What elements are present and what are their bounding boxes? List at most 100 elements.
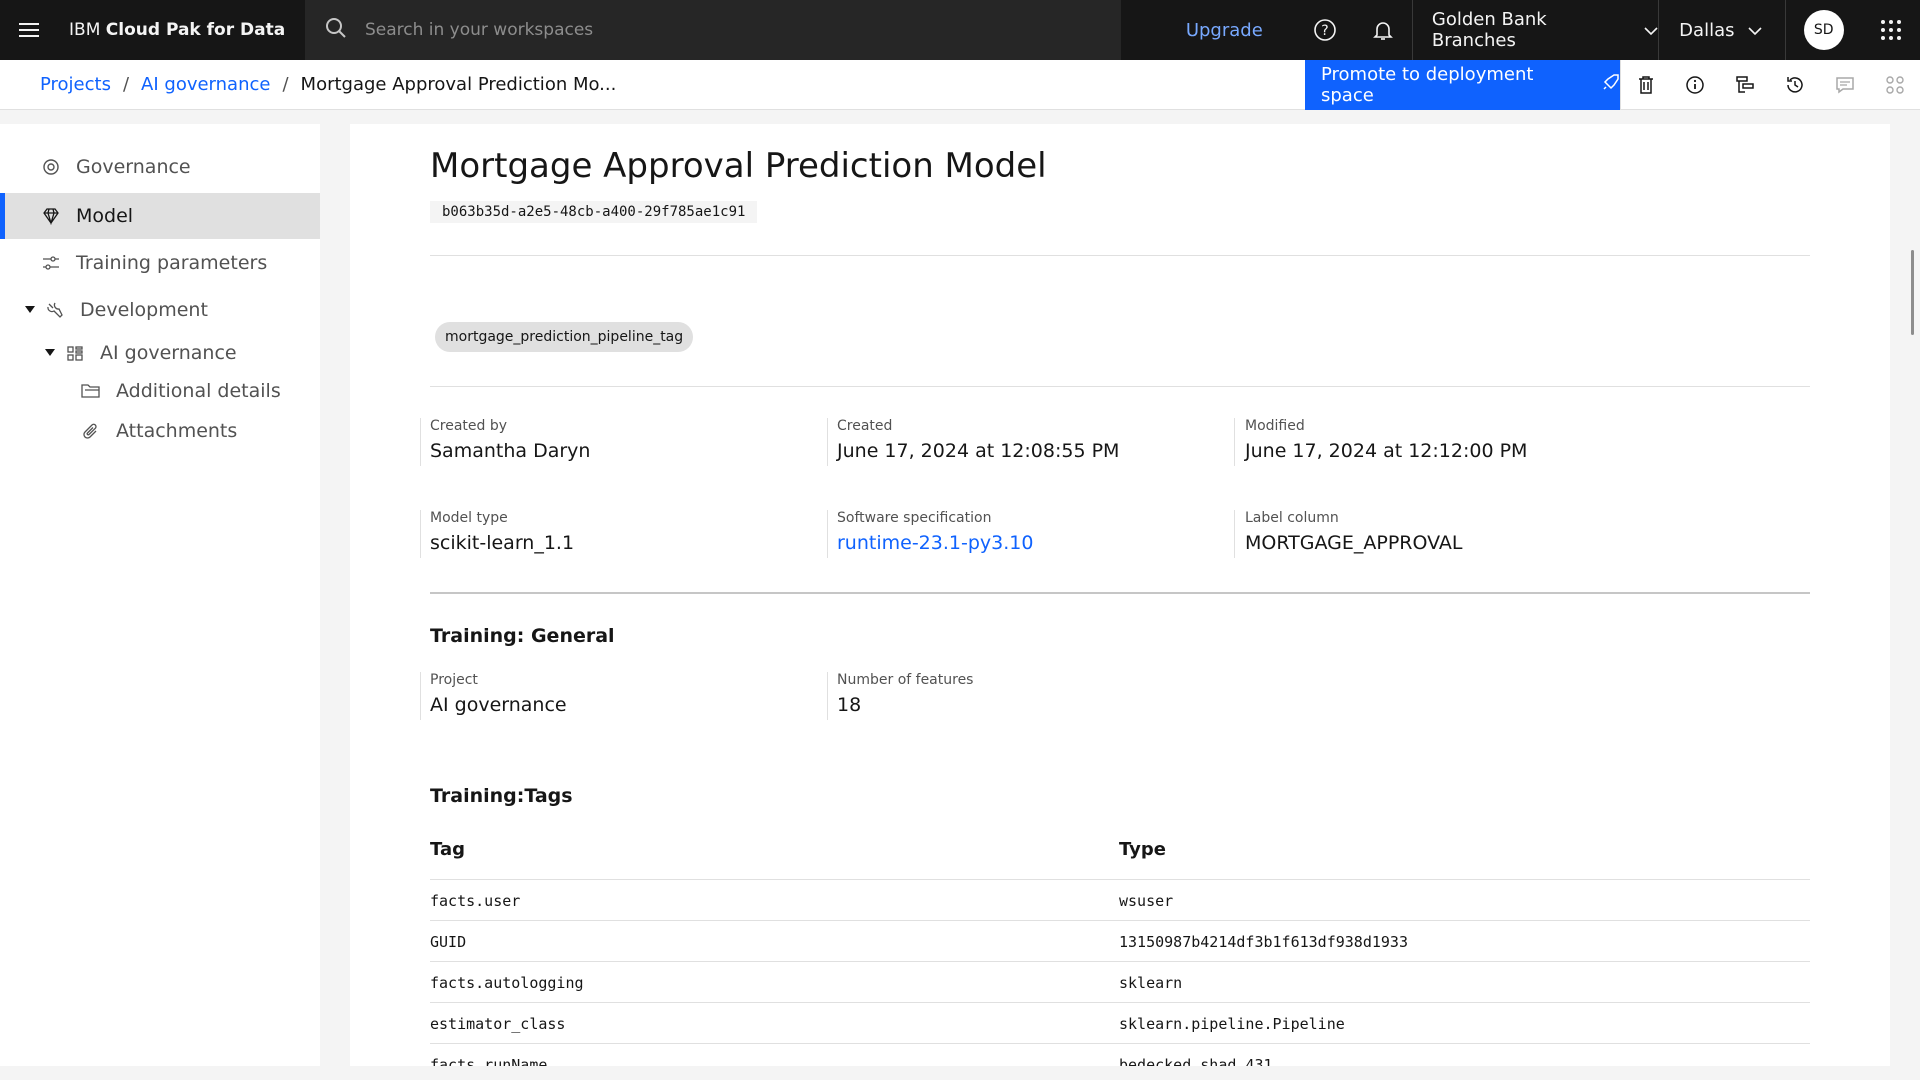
nav-item-additional-details[interactable]: Additional details xyxy=(0,371,320,411)
caret-down-icon[interactable] xyxy=(24,306,36,314)
nav-item-label: Additional details xyxy=(116,380,281,402)
left-navigation: Governance Model Training parameters Dev… xyxy=(0,124,320,1066)
type-cell: sklearn xyxy=(1119,974,1183,992)
tag-cell: GUID xyxy=(430,933,467,951)
column-divider xyxy=(420,510,421,558)
upgrade-link[interactable]: Upgrade xyxy=(1153,20,1296,41)
brand-prefix: IBM xyxy=(69,20,101,40)
promote-label: Promote to deployment space xyxy=(1321,63,1534,106)
type-cell: wsuser xyxy=(1119,892,1174,910)
nav-item-governance[interactable]: Governance xyxy=(0,144,320,190)
notification-bell-icon[interactable] xyxy=(1354,0,1412,60)
apps-icon[interactable] xyxy=(1870,60,1920,110)
delete-icon[interactable] xyxy=(1620,59,1670,110)
column-divider xyxy=(827,510,828,558)
diamond-icon xyxy=(40,205,62,227)
sliders-icon xyxy=(40,252,62,274)
breadcrumb-bar: Projects / AI governance / Mortgage Appr… xyxy=(0,59,1920,110)
modified-field: Modified June 17, 2024 at 12:12:00 PM xyxy=(1245,418,1527,462)
tools-icon xyxy=(44,299,66,321)
user-profile[interactable]: SD xyxy=(1784,0,1862,60)
software-specification-field: Software specification runtime-23.1-py3.… xyxy=(837,510,1033,554)
field-label: Software specification xyxy=(837,510,992,526)
type-cell: 13150987b4214df3b1f613df938d1933 xyxy=(1119,933,1408,951)
workspace-label: Golden Bank Branches xyxy=(1431,9,1547,51)
chevron-down-icon xyxy=(1644,20,1658,41)
info-icon[interactable] xyxy=(1670,60,1720,110)
field-label: Model type xyxy=(430,510,508,526)
nav-item-label: Development xyxy=(80,299,208,321)
lineage-icon[interactable] xyxy=(1720,60,1770,110)
nav-item-model[interactable]: Model xyxy=(0,193,320,239)
comment-icon[interactable] xyxy=(1820,60,1870,110)
nav-item-development[interactable]: Development xyxy=(0,287,320,333)
column-header-tag[interactable]: Tag xyxy=(430,839,465,860)
table-row: estimator_class sklearn.pipeline.Pipelin… xyxy=(430,1002,1810,1043)
column-divider xyxy=(1234,510,1235,558)
folder-icon xyxy=(80,380,102,402)
tag-chip[interactable]: mortgage_prediction_pipeline_tag xyxy=(435,322,694,352)
breadcrumb-projects[interactable]: Projects xyxy=(40,74,111,95)
menu-icon[interactable] xyxy=(0,0,58,60)
table-row: facts.runName bedecked_shad_431 xyxy=(430,1043,1810,1066)
field-label: Number of features xyxy=(837,672,974,688)
nav-item-attachments[interactable]: Attachments xyxy=(0,411,320,451)
field-value: June 17, 2024 at 12:12:00 PM xyxy=(1245,440,1528,462)
search-input[interactable]: Search in your workspaces xyxy=(304,0,1121,60)
field-value: AI governance xyxy=(430,694,567,716)
training-general-heading: Training: General xyxy=(430,625,615,647)
nav-item-label: AI governance xyxy=(100,342,237,364)
column-header-type[interactable]: Type xyxy=(1119,839,1166,860)
nav-item-ai-governance[interactable]: AI governance xyxy=(0,331,320,375)
avatar: SD xyxy=(1803,10,1844,50)
column-divider xyxy=(827,672,828,720)
caret-down-icon[interactable] xyxy=(44,349,56,357)
brand-name: Cloud Pak for Data xyxy=(105,20,286,40)
top-header: IBM Cloud Pak for Data Search in your wo… xyxy=(0,0,1920,60)
promote-button[interactable]: Promote to deployment space xyxy=(1305,59,1620,110)
training-tags-table: Tag Type facts.user wsuser GUID 13150987… xyxy=(430,839,1810,1066)
paperclip-icon xyxy=(80,420,102,442)
project-field: Project AI governance xyxy=(430,672,567,716)
nav-item-label: Attachments xyxy=(116,420,238,442)
model-type-field: Model type scikit-learn_1.1 xyxy=(430,510,574,554)
table-row: facts.user wsuser xyxy=(430,879,1810,920)
history-icon[interactable] xyxy=(1770,60,1820,110)
column-divider xyxy=(1234,418,1235,466)
table-row: GUID 13150987b4214df3b1f613df938d1933 xyxy=(430,920,1810,961)
page-title: Mortgage Approval Prediction Model xyxy=(430,146,1047,186)
column-divider xyxy=(420,418,421,466)
chevron-down-icon xyxy=(1748,20,1763,41)
nav-item-label: Model xyxy=(76,205,134,227)
field-label: Modified xyxy=(1245,418,1305,434)
type-cell: bedecked_shad_431 xyxy=(1119,1056,1273,1066)
region-label: Dallas xyxy=(1679,19,1735,41)
tag-cell: estimator_class xyxy=(430,1015,566,1033)
app-switcher-icon[interactable] xyxy=(1862,0,1920,60)
help-icon[interactable]: ? xyxy=(1296,0,1354,60)
region-selector[interactable]: Dallas xyxy=(1658,0,1784,60)
tag-cell: facts.runName xyxy=(430,1056,548,1066)
nav-item-label: Governance xyxy=(76,156,191,178)
field-label: Project xyxy=(430,672,478,688)
type-cell: sklearn.pipeline.Pipeline xyxy=(1119,1015,1345,1033)
scrollbar[interactable] xyxy=(1911,250,1914,335)
column-divider xyxy=(827,418,828,466)
created-field: Created June 17, 2024 at 12:08:55 PM xyxy=(837,418,1119,462)
software-specification-link[interactable]: runtime-23.1-py3.10 xyxy=(837,532,1033,554)
workspace-selector[interactable]: Golden Bank Branches xyxy=(1411,0,1658,60)
breadcrumb: Projects / AI governance / Mortgage Appr… xyxy=(0,74,1305,95)
table-row: facts.autologging sklearn xyxy=(430,961,1810,1002)
label-column-field: Label column MORTGAGE_APPROVAL xyxy=(1245,510,1463,554)
field-label: Created by xyxy=(430,418,508,434)
breadcrumb-separator: / xyxy=(282,74,289,95)
breadcrumb-current: Mortgage Approval Prediction Mo... xyxy=(300,74,617,95)
breadcrumb-ai-governance[interactable]: AI governance xyxy=(141,74,270,95)
breadcrumb-separator: / xyxy=(122,74,130,95)
product-name[interactable]: IBM Cloud Pak for Data xyxy=(58,20,305,40)
model-details-panel: Mortgage Approval Prediction Model b063b… xyxy=(350,124,1890,1066)
model-id-tag[interactable]: b063b35d-a2e5-48cb-a400-29f785ae1c91 xyxy=(430,201,758,223)
nav-item-training-parameters[interactable]: Training parameters xyxy=(0,240,320,286)
tag-cell: facts.autologging xyxy=(430,974,584,992)
created-by-field: Created by Samantha Daryn xyxy=(430,418,590,462)
